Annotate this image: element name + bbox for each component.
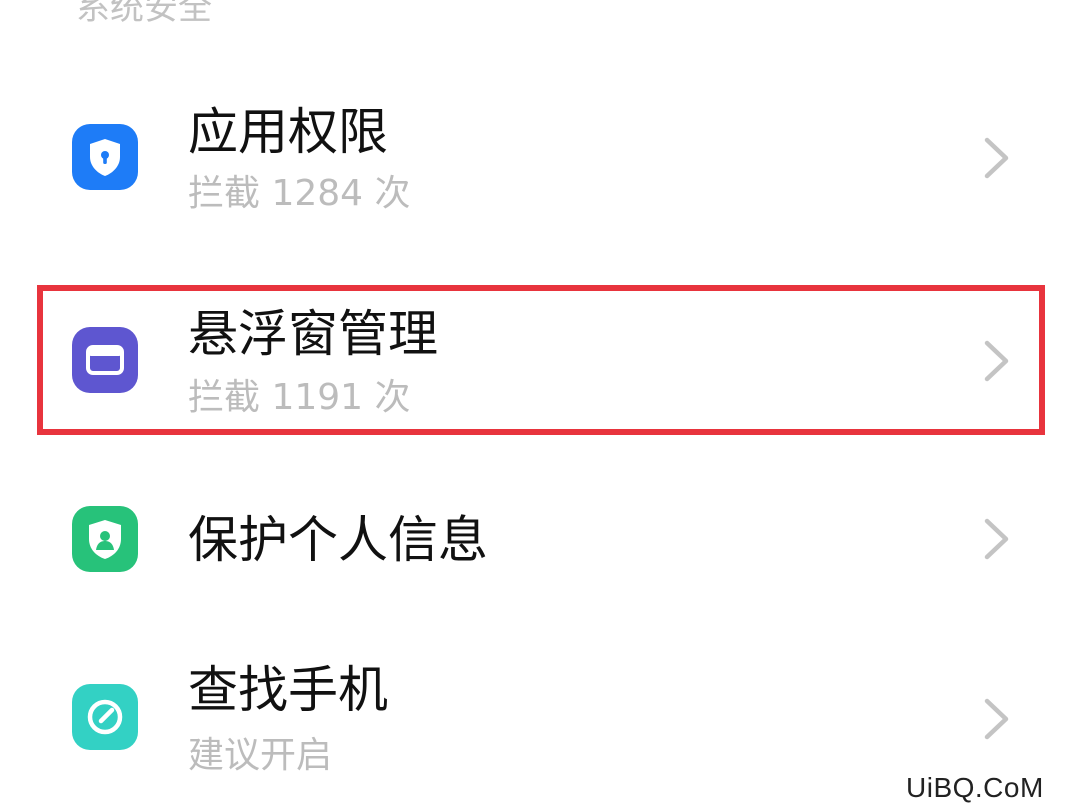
item-subtitle: 拦截 1284 次 <box>188 173 411 214</box>
section-header: 系统安全 <box>76 0 212 28</box>
settings-item-find-phone[interactable]: 查找手机 建议开启 <box>0 640 1080 790</box>
settings-item-protect-personal-info[interactable]: 保护个人信息 <box>0 470 1080 610</box>
chevron-right-icon <box>982 516 1012 562</box>
shield-lock-icon <box>72 124 138 190</box>
watermark: UiBQ.CoM <box>906 772 1044 803</box>
item-subtitle: 建议开启 <box>188 735 333 776</box>
chevron-right-icon <box>982 135 1012 181</box>
chevron-right-icon <box>982 696 1012 742</box>
find-phone-icon <box>72 684 138 750</box>
item-title: 保护个人信息 <box>188 511 488 569</box>
settings-item-app-permissions[interactable]: 应用权限 拦截 1284 次 <box>0 96 1080 236</box>
shield-person-icon <box>72 506 138 572</box>
item-title: 查找手机 <box>188 661 388 719</box>
highlight-frame <box>37 285 1045 435</box>
item-title: 应用权限 <box>188 103 388 161</box>
